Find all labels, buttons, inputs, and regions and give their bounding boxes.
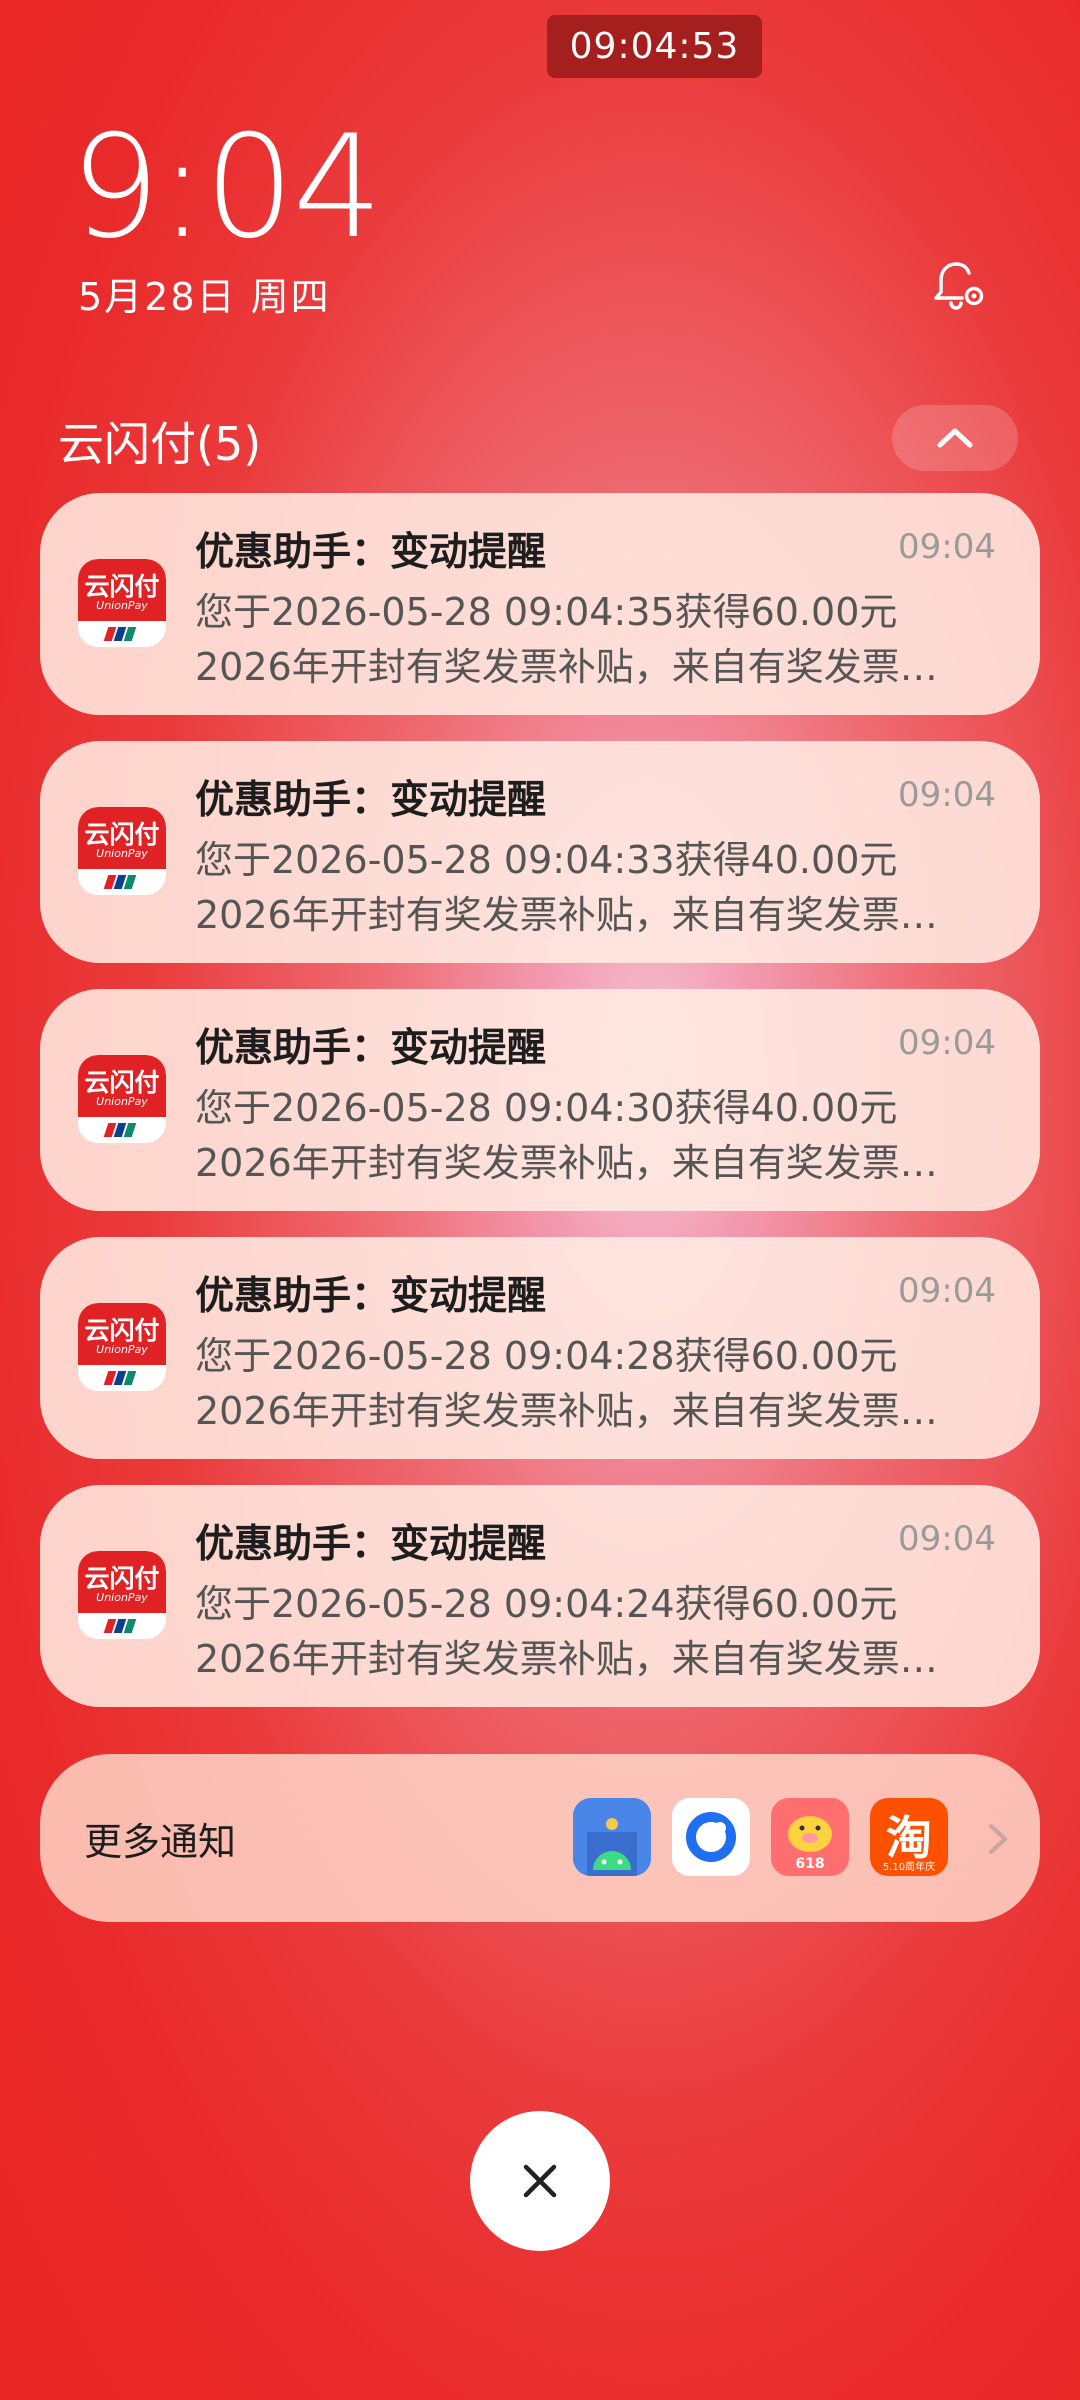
unionpay-app-icon: 云闪付 UnionPay — [78, 1303, 166, 1391]
unionpay-logo-text: 云闪付 — [84, 1316, 160, 1345]
pig-618-app-icon: 618 — [771, 1798, 849, 1876]
more-notifications-bar[interactable]: 更多通知 618 淘 5.10周年庆 — [40, 1754, 1040, 1922]
unionpay-app-icon: 云闪付 UnionPay — [78, 559, 166, 647]
notification-card[interactable]: 云闪付 UnionPay 优惠助手：变动提醒 09:04 您于2026-05-28 09… — [40, 741, 1040, 963]
notification-body-line2: 2026年开封有奖发票补贴，来自有奖发票… — [195, 1141, 938, 1185]
lockscreen-time: 9:04 — [70, 105, 383, 270]
clear-notifications-button[interactable] — [470, 2111, 610, 2251]
collapse-group-button[interactable] — [892, 405, 1018, 471]
notification-card[interactable]: 云闪付 UnionPay 优惠助手：变动提醒 09:04 您于2026-05-28 09… — [40, 989, 1040, 1211]
notification-time: 09:04 — [898, 1023, 996, 1063]
blue-ring-app-icon — [672, 1798, 750, 1876]
lockscreen-date: 5月28日 周四 — [78, 275, 331, 319]
notification-body-line2: 2026年开封有奖发票补贴，来自有奖发票… — [195, 893, 938, 937]
unionpay-app-icon: 云闪付 UnionPay — [78, 1551, 166, 1639]
more-notifications-label: 更多通知 — [84, 1820, 237, 1864]
unionpay-app-icon: 云闪付 UnionPay — [78, 1055, 166, 1143]
notification-body-line1: 您于2026-05-28 09:04:30获得40.00元 — [195, 1086, 898, 1130]
unionpay-logo-sub: UnionPay — [96, 599, 148, 612]
notification-card[interactable]: 云闪付 UnionPay 优惠助手：变动提醒 09:04 您于2026-05-28 09… — [40, 493, 1040, 715]
chevron-up-icon — [937, 428, 973, 448]
notification-title: 优惠助手：变动提醒 — [195, 1522, 547, 1567]
status-clock: 09:04:53 — [547, 15, 762, 78]
notification-body-line1: 您于2026-05-28 09:04:28获得60.00元 — [195, 1334, 898, 1378]
unionpay-app-icon: 云闪付 UnionPay — [78, 807, 166, 895]
notification-card[interactable]: 云闪付 UnionPay 优惠助手：变动提醒 09:04 您于2026-05-28 09… — [40, 1237, 1040, 1459]
unionpay-logo-text: 云闪付 — [84, 572, 160, 601]
unionpay-logo-text: 云闪付 — [84, 1564, 160, 1593]
notification-title: 优惠助手：变动提醒 — [195, 530, 547, 575]
notification-time: 09:04 — [898, 775, 996, 815]
notification-card[interactable]: 云闪付 UnionPay 优惠助手：变动提醒 09:04 您于2026-05-28 09… — [40, 1485, 1040, 1707]
close-icon — [523, 2164, 557, 2198]
notification-title: 优惠助手：变动提醒 — [195, 1274, 547, 1319]
android-app-icon — [573, 1798, 651, 1876]
notification-title: 优惠助手：变动提醒 — [195, 1026, 547, 1071]
unionpay-logo-sub: UnionPay — [96, 1343, 148, 1356]
taobao-app-icon: 淘 5.10周年庆 — [870, 1798, 948, 1876]
unionpay-logo-text: 云闪付 — [84, 820, 160, 849]
unionpay-logo-text: 云闪付 — [84, 1068, 160, 1097]
unionpay-logo-sub: UnionPay — [96, 1591, 148, 1604]
notification-body-line1: 您于2026-05-28 09:04:33获得40.00元 — [195, 838, 898, 882]
unionpay-logo-sub: UnionPay — [96, 847, 148, 860]
notification-settings-icon[interactable] — [932, 258, 988, 314]
notification-body-line2: 2026年开封有奖发票补贴，来自有奖发票… — [195, 1389, 938, 1433]
pig-app-text: 618 — [795, 1856, 825, 1872]
notification-body-line1: 您于2026-05-28 09:04:24获得60.00元 — [195, 1582, 898, 1626]
chevron-right-icon — [983, 1821, 1013, 1857]
notification-body-line1: 您于2026-05-28 09:04:35获得60.00元 — [195, 590, 898, 634]
notification-time: 09:04 — [898, 527, 996, 567]
taobao-app-sub: 5.10周年庆 — [882, 1862, 936, 1873]
notification-title: 优惠助手：变动提醒 — [195, 778, 547, 823]
notification-time: 09:04 — [898, 1271, 996, 1311]
unionpay-logo-sub: UnionPay — [96, 1095, 148, 1108]
notification-group-title: 云闪付(5) — [58, 417, 262, 471]
notification-time: 09:04 — [898, 1519, 996, 1559]
notification-body-line2: 2026年开封有奖发票补贴，来自有奖发票… — [195, 645, 938, 689]
notification-body-line2: 2026年开封有奖发票补贴，来自有奖发票… — [195, 1637, 938, 1681]
